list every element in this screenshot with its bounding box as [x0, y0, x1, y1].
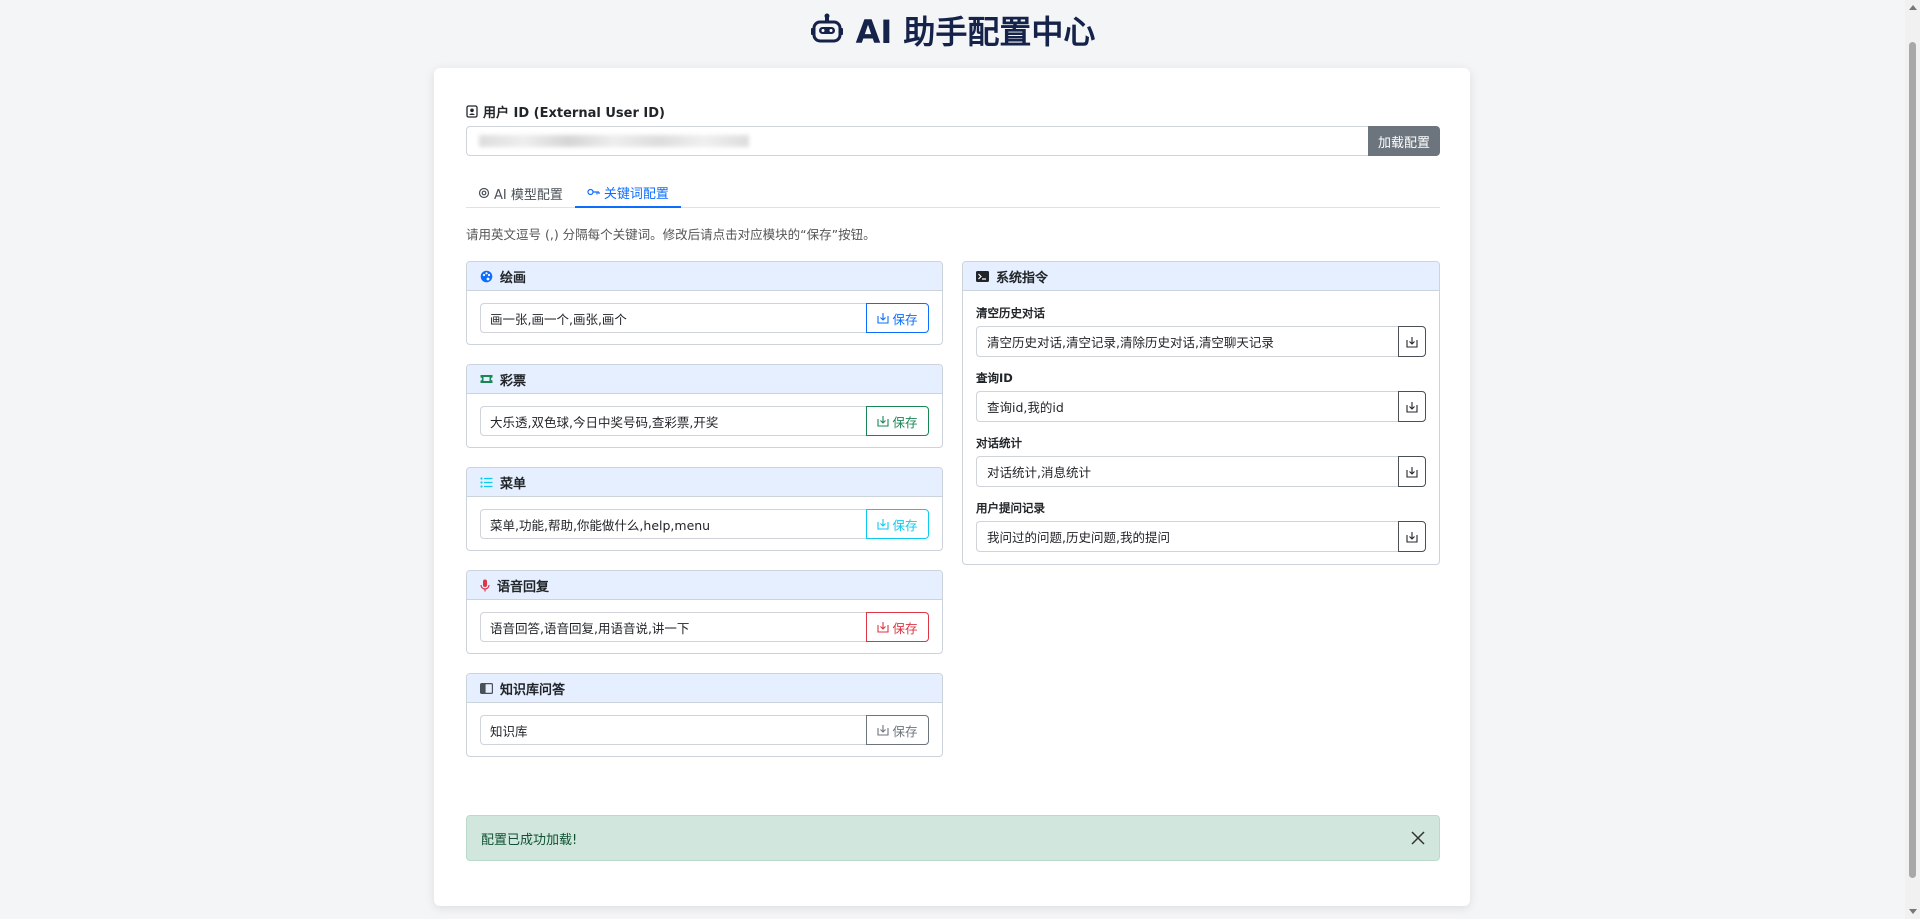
save-button[interactable] — [1398, 456, 1426, 487]
save-icon — [877, 519, 890, 530]
list-icon — [480, 476, 493, 488]
keyword-input[interactable]: 知识库 — [480, 715, 866, 745]
save-icon — [877, 622, 890, 633]
palette-icon — [480, 270, 493, 282]
panel-knowledge-base: 知识库问答 知识库 保存 — [466, 673, 943, 757]
keyword-input[interactable]: 画一张,画一个,画张,画个 — [480, 303, 866, 333]
user-id-row: 加载配置 — [466, 126, 1440, 156]
page-scrollbar[interactable] — [1905, 0, 1920, 919]
scroll-down-icon[interactable] — [1909, 909, 1917, 914]
scroll-up-icon[interactable] — [1909, 5, 1917, 10]
key-icon — [587, 188, 600, 196]
command-input[interactable]: 查询id,我的id — [976, 391, 1398, 422]
robot-icon — [810, 13, 843, 43]
command-input[interactable]: 对话统计,消息统计 — [976, 456, 1398, 487]
panel-title: 语音回复 — [497, 579, 550, 595]
panel-system-commands: 系统指令 清空历史对话 清空历史对话,清空记录,清除历史对话,清空聊天记录 查询… — [962, 261, 1440, 565]
save-icon — [1406, 531, 1418, 543]
command-input[interactable]: 清空历史对话,清空记录,清除历史对话,清空聊天记录 — [976, 326, 1398, 357]
alert-message: 配置已成功加载! — [481, 832, 578, 848]
panel-drawing: 绘画 画一张,画一个,画张,画个 保存 — [466, 261, 943, 345]
save-button[interactable] — [1398, 326, 1426, 357]
keyword-input[interactable]: 大乐透,双色球,今日中奖号码,查彩票,开奖 — [480, 406, 866, 436]
save-button[interactable] — [1398, 521, 1426, 552]
tab-ai-model[interactable]: AI 模型配置 — [466, 178, 575, 208]
cpu-icon — [478, 187, 490, 199]
save-button[interactable]: 保存 — [866, 406, 929, 436]
scrollbar-thumb[interactable] — [1909, 42, 1916, 878]
command-label: 清空历史对话 — [976, 306, 1045, 320]
keyword-input[interactable]: 语音回答,语音回复,用语音说,讲一下 — [480, 612, 866, 642]
save-icon — [1406, 401, 1418, 413]
user-id-label: 用户 ID (External User ID) — [466, 102, 665, 121]
save-icon — [877, 416, 890, 427]
ticket-icon — [480, 375, 493, 383]
save-icon — [877, 313, 890, 324]
save-button[interactable]: 保存 — [866, 509, 929, 539]
command-label: 对话统计 — [976, 436, 1022, 450]
panel-title: 菜单 — [500, 476, 527, 492]
terminal-icon — [976, 270, 989, 282]
load-config-button[interactable]: 加载配置 — [1368, 126, 1440, 156]
save-icon — [877, 725, 890, 736]
panel-voice-reply: 语音回复 语音回答,语音回复,用语音说,讲一下 保存 — [466, 570, 943, 654]
system-commands-column: 系统指令 清空历史对话 清空历史对话,清空记录,清除历史对话,清空聊天记录 查询… — [962, 261, 1440, 565]
save-icon — [1406, 466, 1418, 478]
config-tabs: AI 模型配置 关键词配置 — [466, 178, 1440, 208]
command-label: 查询ID — [976, 371, 1013, 385]
save-button[interactable]: 保存 — [866, 612, 929, 642]
book-icon — [480, 682, 493, 694]
page-title-text: AI 助手配置中心 — [855, 13, 1096, 51]
panel-title: 绘画 — [500, 270, 527, 286]
id-badge-icon — [466, 105, 478, 118]
keyword-hint: 请用英文逗号 (,) 分隔每个关键词。修改后请点击对应模块的“保存”按钮。 — [466, 227, 876, 242]
keyword-input[interactable]: 菜单,功能,帮助,你能做什么,help,menu — [480, 509, 866, 539]
panel-menu: 菜单 菜单,功能,帮助,你能做什么,help,menu 保存 — [466, 467, 943, 551]
panel-title: 系统指令 — [996, 270, 1049, 286]
save-button[interactable]: 保存 — [866, 303, 929, 333]
panel-title: 彩票 — [500, 373, 527, 389]
panel-title: 知识库问答 — [500, 682, 566, 698]
mic-icon — [480, 579, 490, 591]
save-button[interactable] — [1398, 391, 1426, 422]
save-button[interactable]: 保存 — [866, 715, 929, 745]
page-title: AI 助手配置中心 — [0, 8, 1905, 52]
redacted-user-id — [479, 135, 749, 147]
save-icon — [1406, 336, 1418, 348]
panel-lottery: 彩票 大乐透,双色球,今日中奖号码,查彩票,开奖 保存 — [466, 364, 943, 448]
success-alert: 配置已成功加载! — [466, 815, 1440, 861]
command-input[interactable]: 我问过的问题,历史问题,我的提问 — [976, 521, 1398, 552]
keyword-panels-left: 绘画 画一张,画一个,画张,画个 保存 彩票 大乐透,双色球,今日中奖号码,查彩… — [466, 261, 943, 757]
tab-keywords[interactable]: 关键词配置 — [574, 178, 681, 208]
user-id-input[interactable] — [466, 126, 1368, 156]
command-label: 用户提问记录 — [976, 501, 1045, 515]
close-icon[interactable] — [1411, 831, 1425, 845]
config-card: 用户 ID (External User ID) 加载配置 AI 模型配置 关键… — [434, 68, 1470, 906]
